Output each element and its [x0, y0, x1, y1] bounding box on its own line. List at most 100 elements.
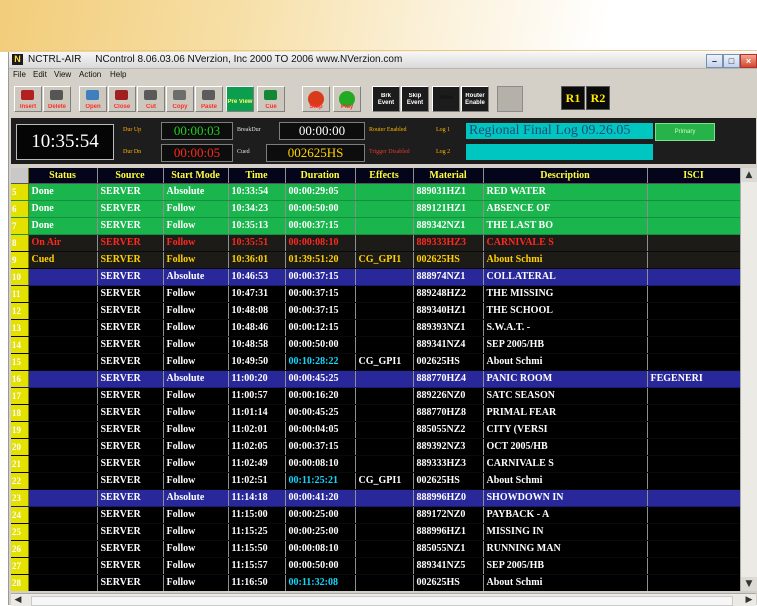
column-header-duration[interactable]: Duration [285, 168, 356, 184]
table-row[interactable]: 13 SERVER Follow 10:48:46 00:00:12:15 889393N… [11, 319, 740, 337]
scissors-icon [144, 90, 157, 100]
column-header-start-mode[interactable]: Start Mode [163, 168, 229, 184]
table-row[interactable]: 6 Done SERVER Follow 10:34:23 00:00:50:00 8891… [11, 200, 740, 218]
horizontal-scrollbar[interactable]: ◀ ▶ [11, 593, 756, 606]
cell-start-mode: Follow [163, 285, 229, 303]
table-row[interactable]: 22 SERVER Follow 11:02:51 00:11:25:21 CG_GPI1… [11, 472, 740, 490]
minimize-icon[interactable]: – [706, 54, 723, 68]
cell-description: About Schmi [483, 574, 648, 591]
scroll-right-icon[interactable]: ▶ [742, 594, 756, 606]
primary-indicator[interactable]: Primary [655, 123, 715, 141]
menu-action[interactable]: Action [79, 69, 101, 81]
cell-material: 888974NZ1 [413, 268, 484, 286]
cell-isci [647, 217, 740, 235]
cell-start-mode: Follow [163, 455, 229, 473]
cell-effects [355, 506, 414, 524]
cell-status [28, 302, 98, 320]
table-row[interactable]: 16 SERVER Absolute 11:00:20 00:00:45:25 88877… [11, 370, 740, 388]
table-row[interactable]: 26 SERVER Follow 11:15:50 00:00:08:10 885055N… [11, 540, 740, 558]
scroll-down-icon[interactable]: ▼ [741, 577, 757, 591]
table-row[interactable]: 14 SERVER Follow 10:48:58 00:00:50:00 889341N… [11, 336, 740, 354]
table-row[interactable]: 20 SERVER Follow 11:02:05 00:00:37:15 889392N… [11, 438, 740, 456]
skip-event-button[interactable]: Skip Event [401, 86, 429, 112]
cell-effects [355, 319, 414, 337]
table-row[interactable]: 18 SERVER Follow 11:01:14 00:00:45:25 888770H… [11, 404, 740, 422]
cut-button[interactable]: Cut [137, 86, 165, 112]
table-row[interactable]: 25 SERVER Follow 11:15:25 00:00:25:00 888996H… [11, 523, 740, 541]
break-event-button[interactable]: Brk Event [372, 86, 400, 112]
log1-display[interactable]: Regional Final Log 09.26.05 [466, 123, 653, 139]
cell-start-mode: Follow [163, 319, 229, 337]
cell-row-number: 19 [11, 421, 29, 439]
close-icon[interactable]: × [740, 54, 757, 68]
cell-start-mode: Absolute [163, 489, 229, 507]
time-button[interactable]: Time [432, 86, 460, 112]
menu-help[interactable]: Help [110, 69, 126, 81]
table-row[interactable]: 15 SERVER Follow 10:49:50 00:10:28:22 CG_GPI1… [11, 353, 740, 371]
banner-divider [0, 50, 757, 51]
column-header-row-number[interactable] [11, 168, 29, 184]
table-row[interactable]: 9 Cued SERVER Follow 10:36:01 01:39:51:20 CG_G… [11, 251, 740, 269]
menu-edit[interactable]: Edit [33, 69, 47, 81]
column-header-description[interactable]: Description [483, 168, 648, 184]
column-header-effects[interactable]: Effects [355, 168, 414, 184]
cell-source: SERVER [97, 574, 164, 591]
cell-row-number: 9 [11, 251, 29, 269]
paste-button[interactable]: Paste [195, 86, 223, 112]
cell-status [28, 370, 98, 388]
menu-view[interactable]: View [54, 69, 71, 81]
cell-description: OCT 2005/HB [483, 438, 648, 456]
cell-description: SEP 2005/HB [483, 557, 648, 575]
table-row[interactable]: 7 Done SERVER Follow 10:35:13 00:00:37:15 8893… [11, 217, 740, 235]
table-row[interactable]: 23 SERVER Absolute 11:14:18 00:00:41:20 88899… [11, 489, 740, 507]
blank-button[interactable] [497, 86, 523, 112]
cell-isci [647, 183, 740, 201]
scroll-left-icon[interactable]: ◀ [11, 594, 25, 606]
log2-display[interactable] [466, 144, 653, 160]
play-button[interactable]: Play [333, 86, 361, 112]
column-header-status[interactable]: Status [28, 168, 98, 184]
cell-source: SERVER [97, 472, 164, 490]
vertical-scrollbar[interactable]: ▲ ▼ [740, 168, 757, 591]
cell-row-number: 10 [11, 268, 29, 286]
cell-description: PAYBACK - A [483, 506, 648, 524]
table-row[interactable]: 10 SERVER Absolute 10:46:53 00:00:37:15 88897… [11, 268, 740, 286]
column-header-material[interactable]: Material [413, 168, 484, 184]
cell-description: About Schmi [483, 251, 648, 269]
router-enable-button[interactable]: Router Enable [461, 86, 489, 112]
cell-source: SERVER [97, 217, 164, 235]
delete-button[interactable]: Delete [43, 86, 71, 112]
app-name: NCTRL-AIR [28, 54, 82, 65]
cell-row-number: 28 [11, 574, 29, 591]
column-header-source[interactable]: Source [97, 168, 164, 184]
table-row[interactable]: 24 SERVER Follow 11:15:00 00:00:25:00 889172N… [11, 506, 740, 524]
table-row[interactable]: 28 SERVER Follow 11:16:50 00:11:32:08 002625H… [11, 574, 740, 591]
cell-source: SERVER [97, 387, 164, 405]
insert-button[interactable]: Insert [14, 86, 42, 112]
copy-button[interactable]: Copy [166, 86, 194, 112]
table-row[interactable]: 8 On Air SERVER Follow 10:35:51 00:00:08:10 88… [11, 234, 740, 252]
open-button[interactable]: Open [79, 86, 107, 112]
cell-start-mode: Follow [163, 387, 229, 405]
cue-button[interactable]: Cue [257, 86, 285, 112]
stop-button[interactable]: Stop [302, 86, 330, 112]
table-row[interactable]: 11 SERVER Follow 10:47:31 00:00:37:15 889248H… [11, 285, 740, 303]
preview-button[interactable]: Pre View [226, 86, 254, 112]
scroll-up-icon[interactable]: ▲ [741, 168, 757, 182]
maximize-icon[interactable]: □ [723, 54, 740, 68]
cell-duration: 00:00:41:20 [285, 489, 356, 507]
cell-status [28, 455, 98, 473]
close-file-button[interactable]: Close [108, 86, 136, 112]
table-row[interactable]: 19 SERVER Follow 11:02:01 00:00:04:05 885055N… [11, 421, 740, 439]
cell-isci [647, 336, 740, 354]
column-header-isci[interactable]: ISCI [647, 168, 740, 184]
r1-button[interactable]: R1 [561, 86, 585, 110]
column-header-time[interactable]: Time [228, 168, 286, 184]
table-row[interactable]: 12 SERVER Follow 10:48:08 00:00:37:15 889340H… [11, 302, 740, 320]
menu-file[interactable]: File [13, 69, 26, 81]
table-row[interactable]: 5 Done SERVER Absolute 10:33:54 00:00:29:05 88… [11, 183, 740, 201]
table-row[interactable]: 27 SERVER Follow 11:15:57 00:00:50:00 889341N… [11, 557, 740, 575]
table-row[interactable]: 17 SERVER Follow 11:00:57 00:00:16:20 889226N… [11, 387, 740, 405]
r2-button[interactable]: R2 [586, 86, 610, 110]
table-row[interactable]: 21 SERVER Follow 11:02:49 00:00:08:10 889333H… [11, 455, 740, 473]
